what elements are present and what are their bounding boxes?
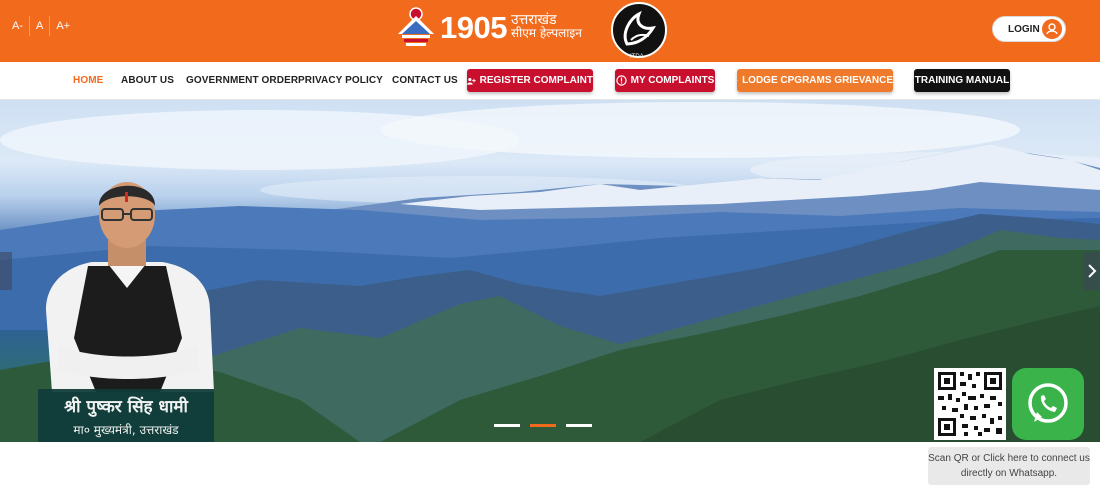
whatsapp-qr-code[interactable]: [934, 368, 1006, 440]
carousel-dot-2[interactable]: [530, 424, 556, 427]
top-header: A- A A+ 1905 उत्तराखंड सीएम हेल्पलाइन IT…: [0, 0, 1100, 62]
carousel-next-button[interactable]: [1084, 252, 1100, 290]
login-button[interactable]: LOGIN: [992, 16, 1066, 42]
itda-label: ITDA: [630, 54, 644, 60]
font-reset-button[interactable]: A: [30, 16, 51, 36]
lodge-cpgrams-label: LODGE CPGRAMS GRIEVANCE: [742, 75, 893, 86]
training-manual-button[interactable]: TRAINING MANUAL: [914, 69, 1010, 92]
register-complaint-label: REGISTER COMPLAINT: [479, 75, 593, 86]
nav-government-order[interactable]: GOVERNMENT ORDER: [186, 75, 298, 86]
user-add-icon: [467, 77, 476, 85]
brand-logo[interactable]: 1905 उत्तराखंड सीएम हेल्पलाइन: [396, 6, 582, 48]
whatsapp-icon: [1028, 383, 1068, 423]
cm-name: श्री पुष्कर सिंह धामी: [64, 397, 188, 417]
font-increase-button[interactable]: A+: [50, 16, 76, 36]
my-complaints-button[interactable]: MY COMPLAINTS: [615, 69, 715, 92]
nav-about-us[interactable]: ABOUT US: [121, 75, 174, 86]
whatsapp-button[interactable]: [1012, 368, 1084, 440]
itda-swirl-icon: [623, 10, 657, 46]
chevron-right-icon: [1088, 264, 1097, 278]
my-complaints-label: MY COMPLAINTS: [630, 75, 715, 86]
lodge-cpgrams-button[interactable]: LODGE CPGRAMS GRIEVANCE: [737, 69, 893, 92]
nav-privacy-policy[interactable]: PRIVACY POLICY: [298, 75, 383, 86]
font-size-controls: A- A A+: [6, 16, 76, 36]
carousel-dot-3[interactable]: [566, 424, 592, 427]
nav-home[interactable]: HOME: [73, 75, 103, 86]
alert-circle-icon: [615, 75, 627, 86]
cm-title: मा० मुख्यमंत्री, उत्तराखंड: [73, 423, 179, 437]
carousel-indicators: [494, 424, 592, 427]
login-label: LOGIN: [1008, 23, 1040, 35]
chief-minister-photo: [46, 182, 214, 392]
brand-hindi-line2: सीएम हेल्पलाइन: [510, 26, 582, 40]
carousel-prev-button[interactable]: [0, 252, 12, 290]
font-decrease-button[interactable]: A-: [6, 16, 30, 36]
cm-caption: श्री पुष्कर सिंह धामी मा० मुख्यमंत्री, उ…: [38, 389, 214, 442]
brand-hindi-text: उत्तराखंड सीएम हेल्पलाइन: [510, 13, 582, 40]
itda-logo: [611, 2, 667, 58]
helpline-number: 1905: [440, 9, 507, 45]
user-badge-icon: [737, 80, 739, 81]
training-manual-label: TRAINING MANUAL: [914, 75, 1010, 86]
uttarakhand-emblem-icon: [398, 7, 434, 46]
nav-contact-us[interactable]: CONTACT US: [392, 75, 458, 86]
main-nav: HOME ABOUT US GOVERNMENT ORDER PRIVACY P…: [0, 62, 1100, 100]
register-complaint-button[interactable]: REGISTER COMPLAINT: [467, 69, 593, 92]
whatsapp-note[interactable]: Scan QR or Click here to connect us dire…: [928, 447, 1090, 485]
user-icon: [1042, 19, 1062, 39]
hero-carousel: श्री पुष्कर सिंह धामी मा० मुख्यमंत्री, उ…: [0, 100, 1100, 442]
carousel-dot-1[interactable]: [494, 424, 520, 427]
